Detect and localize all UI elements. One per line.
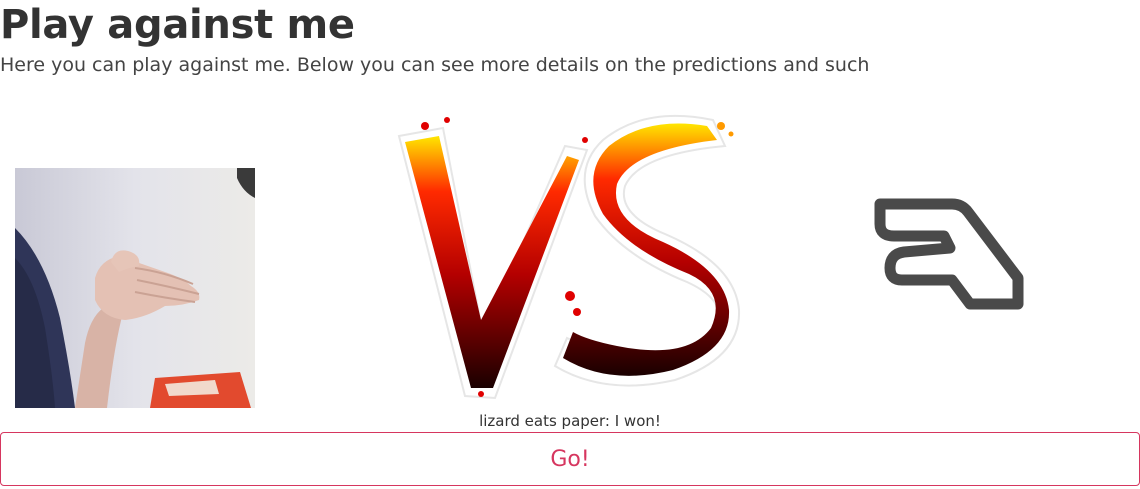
result-text: lizard eats paper: I won! [479, 412, 661, 430]
page: Play against me Here you can play agains… [0, 0, 1140, 489]
lizard-hand-icon [870, 190, 1030, 320]
webcam-image [15, 168, 255, 408]
page-subtitle: Here you can play against me. Below you … [0, 54, 870, 76]
go-button[interactable]: Go! [0, 432, 1140, 486]
webcam-feed [15, 168, 255, 408]
vs-icon [395, 106, 745, 400]
page-title: Play against me [0, 2, 355, 48]
